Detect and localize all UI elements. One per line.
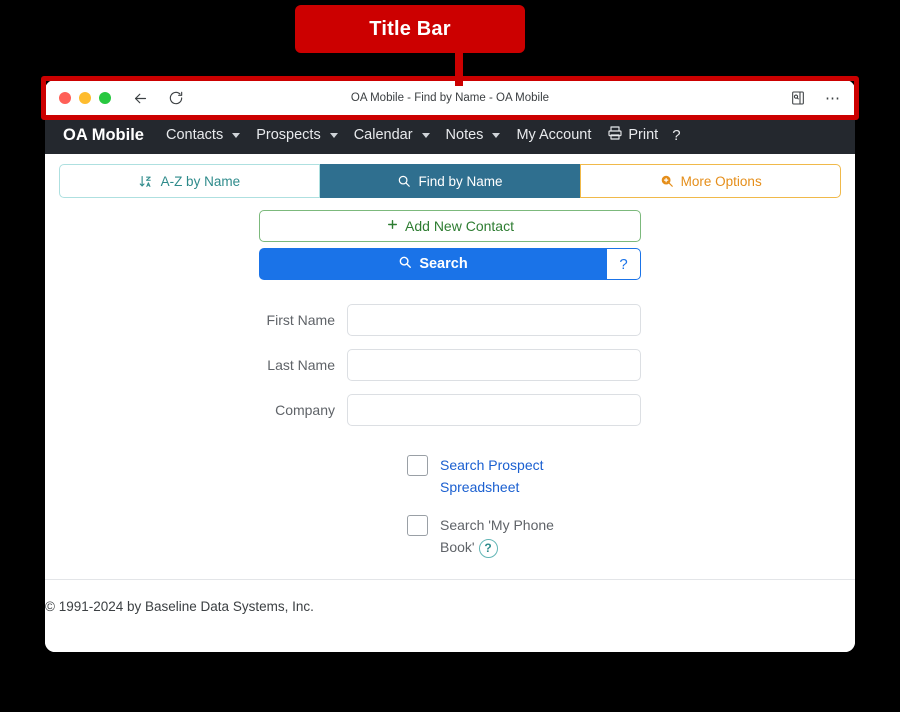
nav-item-print[interactable]: Print (607, 125, 658, 145)
search-icon (397, 174, 411, 188)
ellipsis-icon[interactable]: ⋯ (825, 91, 841, 106)
page-root: Title Bar OA Mobile - Find by Name - OA … (0, 0, 900, 712)
annotation-callout: Title Bar (295, 5, 525, 53)
nav-item-help[interactable]: ? (672, 127, 680, 144)
nav-item-print-label: Print (628, 127, 659, 143)
search-options: Search Prospect Spreadsheet Search 'My P… (259, 454, 641, 558)
window-controls (59, 92, 111, 104)
nav-item-contacts[interactable]: Contacts (165, 127, 241, 143)
browser-window: OA Mobile - Find by Name - OA Mobile ⋯ O… (45, 80, 855, 652)
tab-a-z-by-name-label: A-Z by Name (160, 173, 241, 189)
minimize-window-button[interactable] (79, 92, 91, 104)
printer-icon (607, 125, 623, 145)
tab-find-by-name-label: Find by Name (418, 173, 503, 189)
browser-titlebar-right: ⋯ (789, 89, 841, 107)
nav-item-calendar[interactable]: Calendar (354, 127, 430, 143)
search-prospect-spreadsheet-label[interactable]: Search Prospect Spreadsheet (440, 454, 565, 498)
app-navigation-bar: OA Mobile Contacts Prospects Calendar No… (45, 116, 855, 154)
add-new-contact-label: Add New Contact (405, 218, 514, 234)
search-button[interactable]: Search (259, 248, 607, 280)
tab-more-options-label: More Options (680, 173, 762, 189)
nav-item-my-account[interactable]: My Account (516, 127, 591, 143)
search-prospect-spreadsheet-checkbox[interactable] (407, 455, 428, 476)
first-name-input[interactable] (347, 304, 641, 336)
company-label: Company (275, 402, 335, 418)
chevron-down-icon (421, 132, 430, 138)
search-plus-icon (660, 174, 674, 188)
last-name-label: Last Name (267, 357, 335, 373)
field-row-last-name: Last Name (259, 349, 641, 381)
add-new-contact-button[interactable]: Add New Contact (259, 210, 641, 242)
field-row-company: Company (259, 394, 641, 426)
search-my-phone-book-checkbox[interactable] (407, 515, 428, 536)
browser-title-bar: OA Mobile - Find by Name - OA Mobile ⋯ (45, 80, 855, 116)
footer-divider (45, 579, 855, 580)
sort-alpha-down-icon (139, 174, 154, 189)
option-search-my-phone-book[interactable]: Search 'My Phone Book'? (407, 514, 641, 558)
company-input[interactable] (347, 394, 641, 426)
field-row-first-name: First Name (259, 304, 641, 336)
chevron-down-icon (232, 132, 241, 138)
annotation-label: Title Bar (369, 17, 451, 40)
search-my-phone-book-label: Search 'My Phone Book'? (440, 514, 565, 558)
chevron-down-icon (329, 132, 338, 138)
nav-item-notes-label: Notes (445, 127, 484, 143)
page-content: A-Z by Name Find by Name More Options Ad… (45, 154, 855, 652)
annotation-connector-line (455, 50, 463, 86)
nav-item-contacts-label: Contacts (165, 127, 224, 143)
nav-item-notes[interactable]: Notes (446, 127, 501, 143)
reload-icon[interactable] (167, 89, 185, 107)
search-help-button[interactable]: ? (607, 248, 641, 280)
phone-book-help-icon[interactable]: ? (478, 538, 498, 558)
tab-bar: A-Z by Name Find by Name More Options (59, 164, 842, 198)
maximize-window-button[interactable] (99, 92, 111, 104)
nav-item-prospects[interactable]: Prospects (256, 127, 338, 143)
action-buttons: Add New Contact Search ? (259, 210, 641, 280)
app-brand-logo[interactable]: OA Mobile (63, 126, 144, 145)
close-window-button[interactable] (59, 92, 71, 104)
first-name-label: First Name (266, 312, 335, 328)
option-search-prospect-spreadsheet[interactable]: Search Prospect Spreadsheet (407, 454, 641, 498)
chevron-down-icon (492, 132, 501, 138)
plus-icon (386, 218, 399, 234)
tab-find-by-name[interactable]: Find by Name (319, 164, 581, 198)
tab-a-z-by-name[interactable]: A-Z by Name (59, 164, 320, 198)
search-form: First Name Last Name Company (259, 304, 641, 426)
back-arrow-icon[interactable] (131, 89, 149, 107)
search-button-label: Search (419, 256, 468, 272)
tab-more-options[interactable]: More Options (580, 164, 842, 198)
browser-nav-buttons (131, 89, 185, 107)
reading-view-icon[interactable] (789, 89, 807, 107)
nav-item-calendar-label: Calendar (353, 127, 413, 143)
nav-item-my-account-label: My Account (516, 127, 592, 143)
nav-item-prospects-label: Prospects (256, 127, 321, 143)
footer-copyright: © 1991-2024 by Baseline Data Systems, In… (45, 599, 314, 614)
search-button-group: Search ? (259, 248, 641, 280)
search-icon (398, 255, 412, 273)
last-name-input[interactable] (347, 349, 641, 381)
